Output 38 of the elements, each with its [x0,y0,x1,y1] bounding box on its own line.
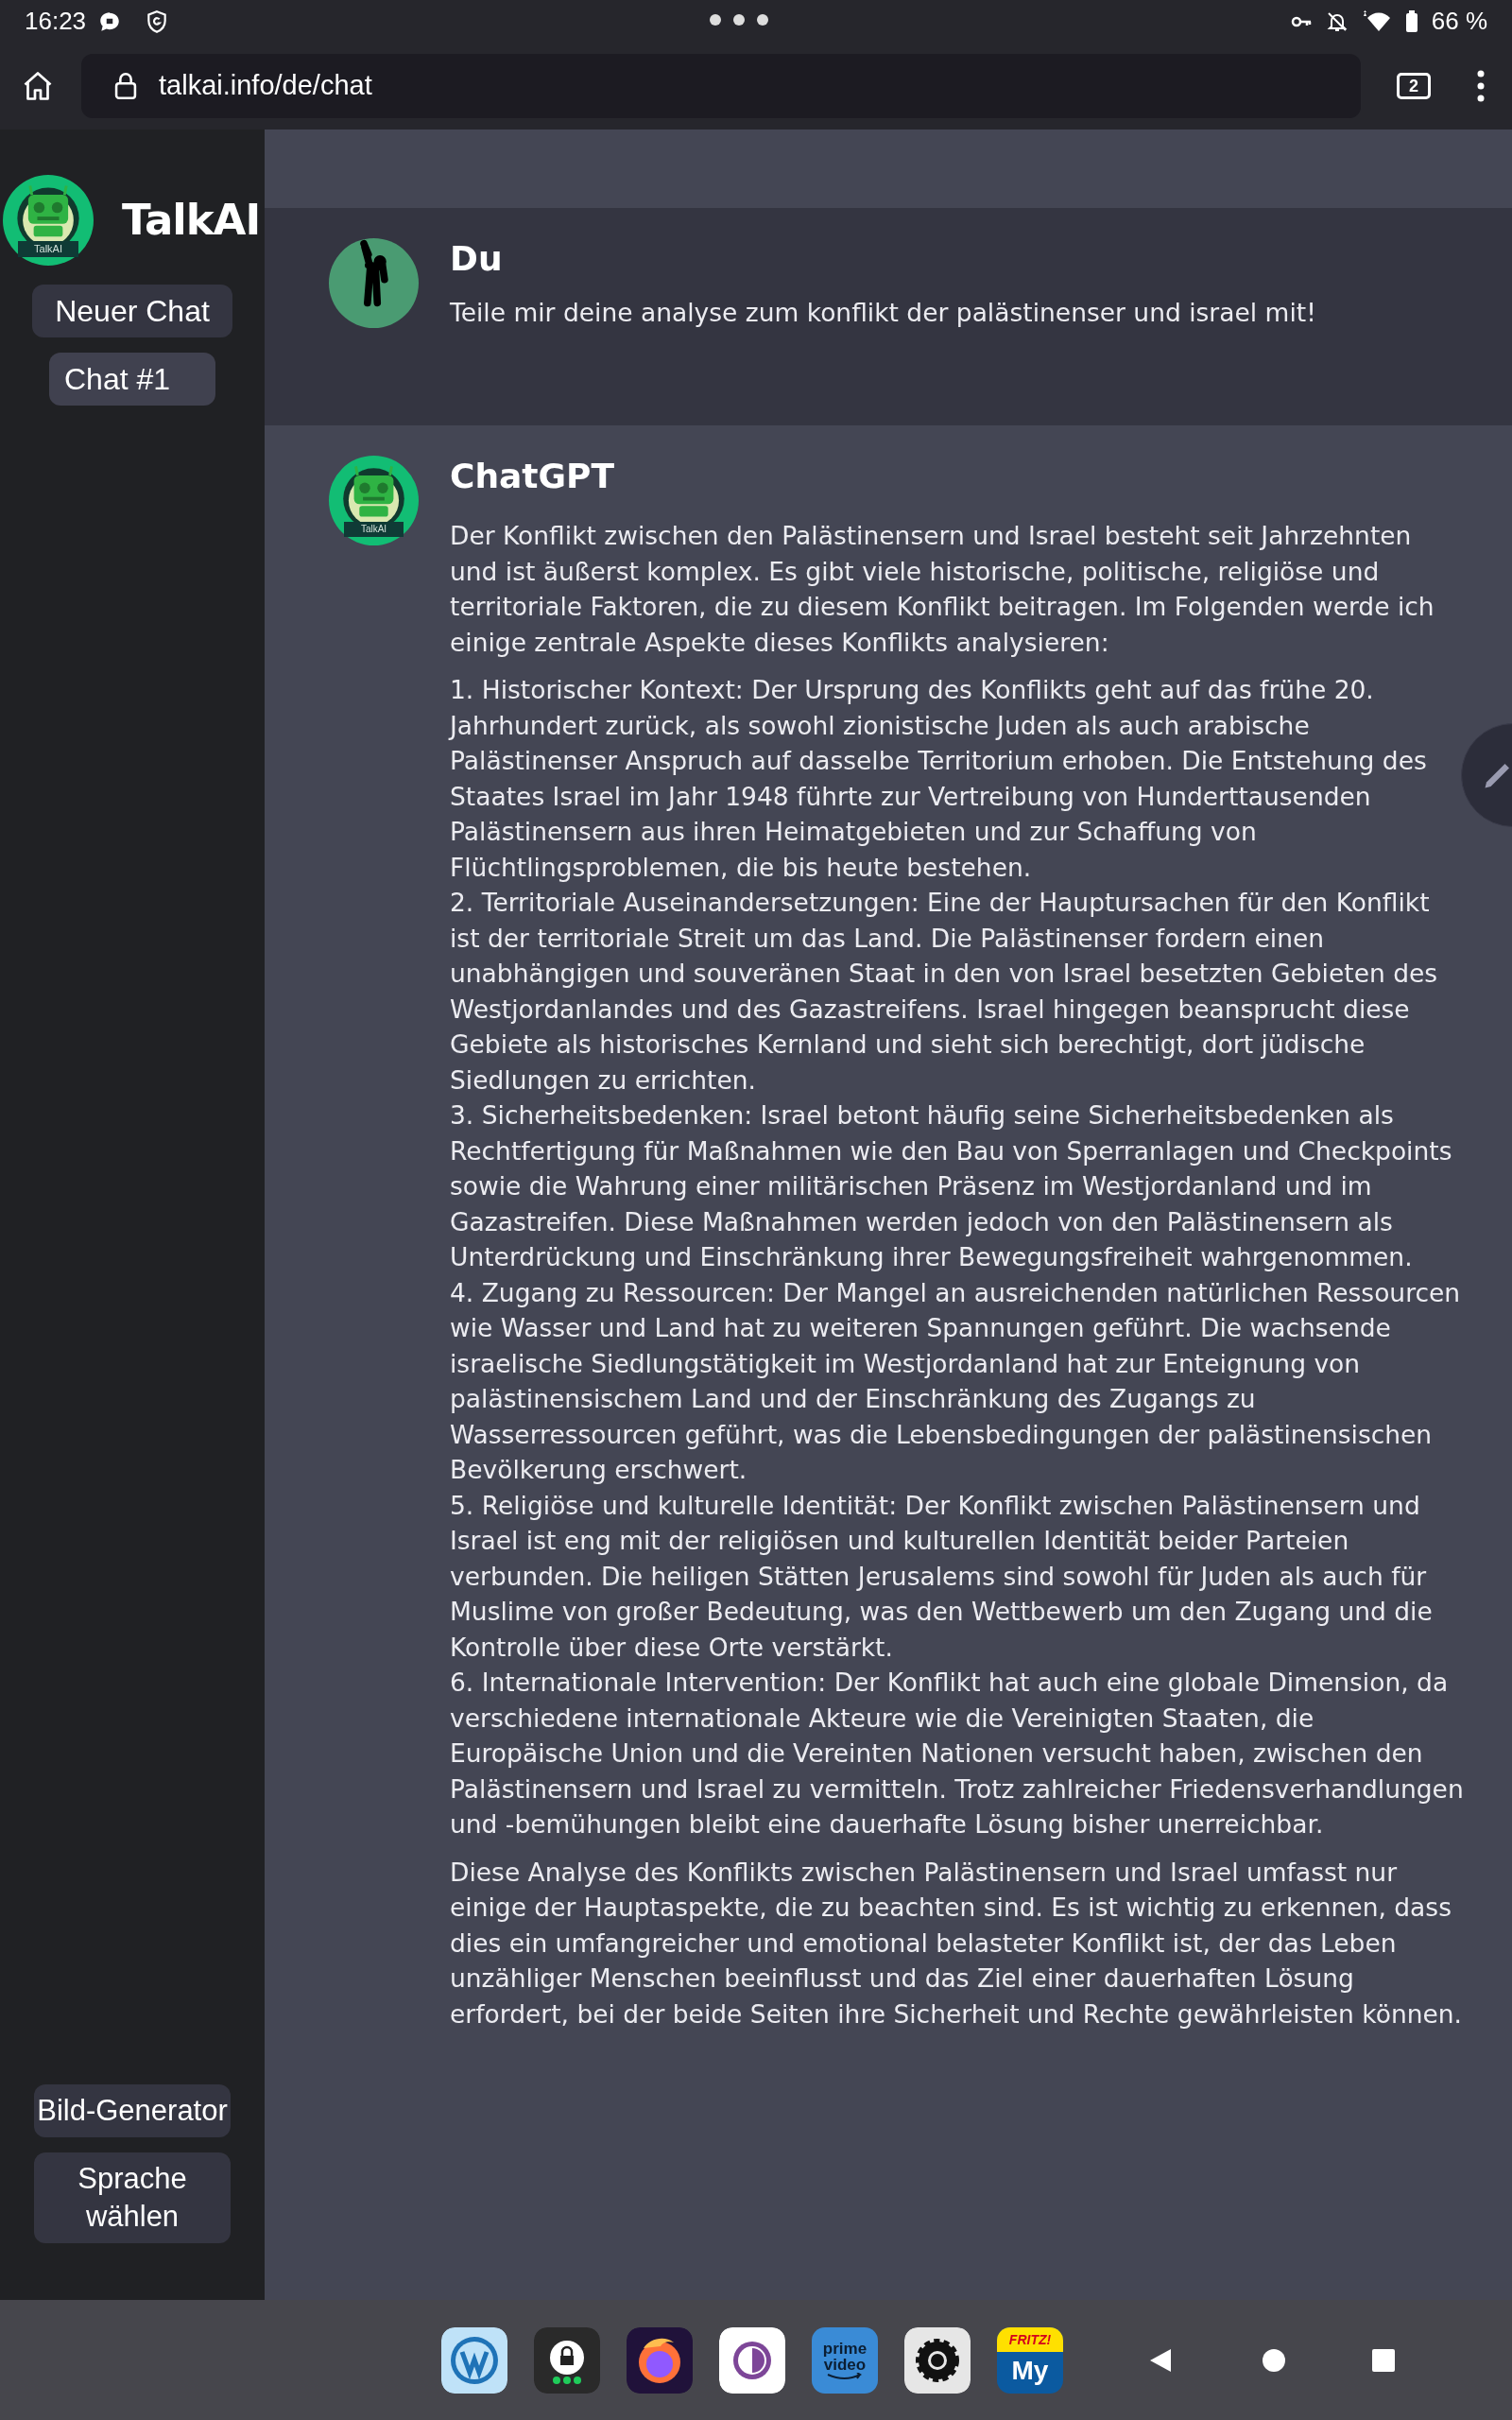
list-item-text: 1. Historischer Kontext: Der Ursprung des Konflikts geht auf das frühe 20. Jahrhundert zurück, als sowohl zionistische Juden als auch arabische Palästinenser Anspruch auf dasselbe Territorium erhoben. Die Entstehung des Staates Israel im Jahr 1948 führte zur Vertreibung von Hunderttausenden Palästinensern aus ihren Heimatgebieten und zur Schaffung von Flüchtlingsproblemen, die bis heute bestehen. [450,674,1428,884]
recents-button[interactable] [1371,2347,1396,2373]
list-item-text: 6. Internationale Intervention: Der Konflikt hat auch eine globale Dimension, da verschiedene internationale Akteure wie die Vereinigten Staaten, die Europäische Union und die Vereinten Nationen versucht haben, zwischen den Palästinensern und Israel zu vermitteln. Trotz zahlreicher Friedensverhandlungen und -bemühungen bleibt eine dauerhafte Lösung bisher unerreichbar. [450,1667,1465,1841]
message-author: ChatGPT [450,456,616,497]
message-paragraph: Teile mir deine analyse zum konflikt der palästinenser und israel mit! [450,297,1317,329]
list-item-text: 2. Territoriale Auseinandersetzungen: Eine der Hauptursachen für den Konflikt ist der territoriale Streit um das Land. Die Palästinenser fordern einen unabhängigen und souveränen Staat in den von Israel besetzten Gebieten des Westjordanlandes und des Gazastreifens. Israel hingegen beansprucht diese Gebiete als historisches Kernland und sieht sich berechtigt, dort jüdische Siedlungen zu errichten. [450,887,1439,1097]
list-item-text: 4. Zugang zu Ressourcen: Der Mangel an ausreichenden natürlichen Ressourcen wie Wasser und Land hat zu weiteren Spannungen geführt. Die wachsende israelische Siedlungstätigkeit im Westjordanland hat zur Enteignung von palästinensischem Land und der Einschränkung des Zugangs zu Wasserressourcen geführt, was die Lebensbedingungen der palästinensischen Bevölkerung erschwert. [450,1276,1462,1486]
message-paragraph: Der Konflikt zwischen den Palästinensern und Israel besteht seit Jahrzehnten und ist äußerst komplex. Es gibt viele historische, politische, religiöse und territoriale Faktoren, die zu diesem Konflikt beitragen. Im Folgenden werde ich einige zentrale Aspekte dieses Konflikts analysieren: [450,520,1435,659]
wordpress-app-icon[interactable] [441,2326,507,2394]
message-paragraph: Diese Analyse des Konflikts zwischen Palästinensern und Israel umfasst nur einige der Hauptaspekte, die zu beachten sind. Es ist wichtig zu erkennen, dass dies ein umfangreicher und emotional belasteter Konflikt ist, der das Leben unzähliger Menschen beeinflusst und das Ziel einer dauerhaften Lösung erfordert, bei der beide Seiten ihre Sicherheit und Rechte gewährleisten können. [450,1856,1464,2031]
message-author: Du [450,238,504,280]
lock-chat-app-icon[interactable] [534,2326,600,2394]
prime-video-app-icon[interactable]: prime video [812,2326,878,2394]
status-time: 16:23 [25,6,87,37]
fritz-app-icon[interactable]: FRITZ! My [997,2326,1063,2394]
battery-icon [1404,9,1418,33]
avatar-label: TalkAI [344,522,404,538]
url-text: talkai.info/de/chat [159,69,372,103]
firefox-app-icon[interactable] [627,2326,693,2394]
battery-percent: 66 % [1431,6,1487,37]
avatar-label: TalkAI [18,241,78,258]
gear-app-icon[interactable] [904,2326,971,2394]
language-button[interactable]: Sprache wählen [34,2152,231,2243]
list-item-text: 3. Sicherheitsbedenken: Israel betont häufig seine Sicherheitsbedenken als Rechtfertigung für Maßnahmen wie den Bau von Sperranlagen und Checkpoints sowie die Wahrung einer militärischen Präsenz im Westjordanland und im Gazastreifen. Diese Maßnahmen werden jedoch von den Palästinensern als Unterdrückung und Einschränkung ihrer Bewegungsfreiheit wahrgenommen. [450,1099,1453,1273]
brand-name: TalkAI [122,194,261,248]
new-chat-button[interactable]: Neuer Chat [32,285,232,337]
tor-app-icon[interactable] [719,2326,785,2394]
image-generator-button[interactable]: Bild-Generator [34,2084,231,2137]
more-dots-icon [709,13,769,26]
wifi-icon [1361,9,1392,33]
tab-count-button[interactable]: 2 [1397,73,1431,99]
chat-history-item[interactable]: Chat #1 [49,353,215,406]
address-bar[interactable]: talkai.info/de/chat [81,54,1361,118]
menu-icon[interactable] [1476,69,1486,103]
home-nav-button[interactable] [1262,2347,1286,2373]
bell-off-icon [1325,9,1349,33]
user-avatar-icon [329,238,419,328]
list-item-text: 5. Religiöse und kulturelle Identität: Der Konflikt zwischen Palästinensern und Israel ist eng mit der religiösen und kulturellen Identität beider Parteien verbunden. Die heiligen Stätten Jerusalems sind sowohl für Juden als auch für Muslime von großer Bedeutung, was den Wettbewerb um den Zugang und die Kontrolle über diese Orte verstärkt. [450,1489,1434,1664]
